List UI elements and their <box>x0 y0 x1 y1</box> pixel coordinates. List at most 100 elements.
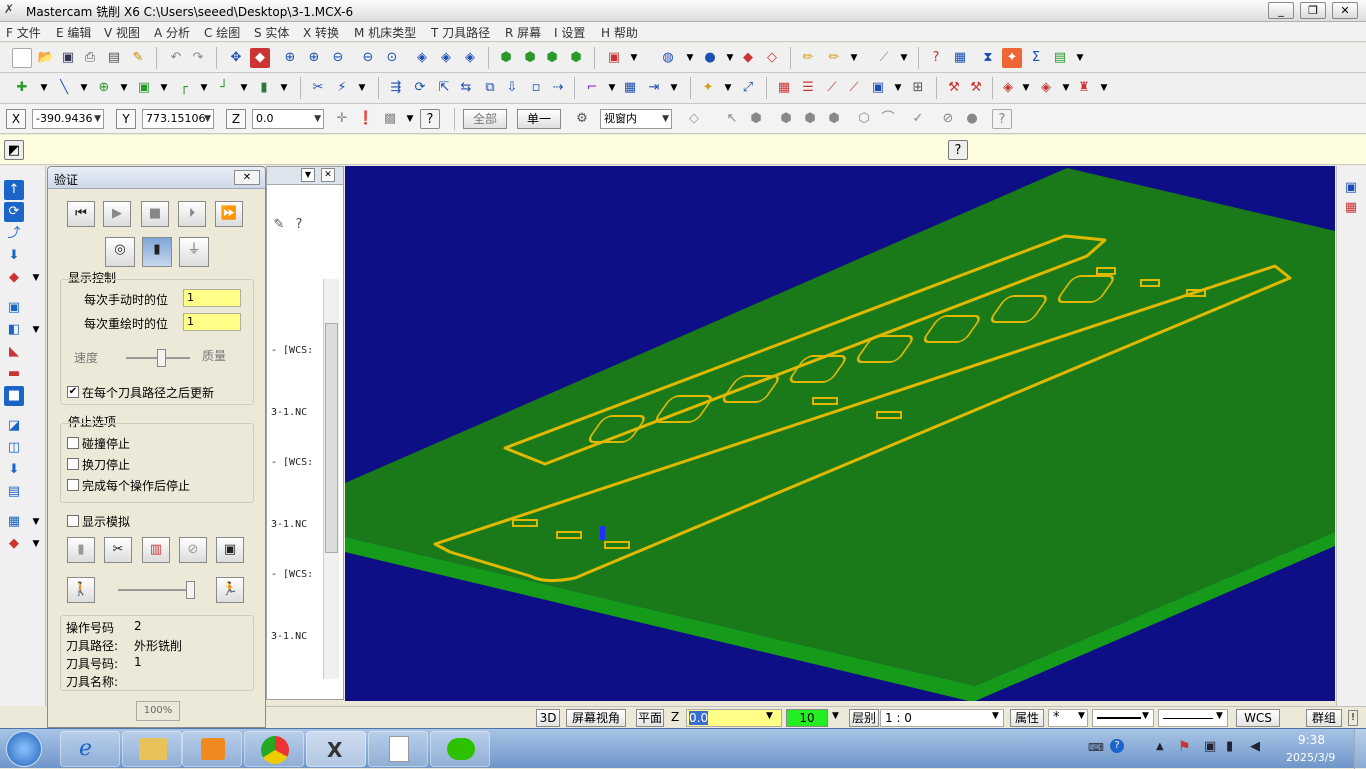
chevron-down-icon[interactable]: ▼ <box>832 711 839 721</box>
chevron-down-icon[interactable]: ▼ <box>844 48 864 68</box>
cube-grid-icon[interactable]: ⊞ <box>908 78 928 98</box>
stop-toolchange-checkbox[interactable] <box>67 458 79 470</box>
tool-icon[interactable]: ⚒ <box>944 78 964 98</box>
action-center-icon[interactable]: ⚑ <box>1178 739 1191 755</box>
level-button[interactable]: 层别 <box>849 709 879 727</box>
chevron-down-icon[interactable]: ▼ <box>26 512 46 532</box>
grid-icon[interactable]: ▦ <box>950 48 970 68</box>
menu-view[interactable]: V 视图 <box>104 24 140 41</box>
ie-icon[interactable]: ℯ <box>60 731 120 767</box>
xform-array-icon[interactable]: ▫ <box>526 78 546 98</box>
plane-button[interactable]: 平面 <box>636 709 664 727</box>
planes-icon[interactable]: ▣ <box>604 48 624 68</box>
sigma-icon[interactable]: Σ <box>1026 48 1046 68</box>
stop-button[interactable]: ■ <box>141 201 169 227</box>
chevron-down-icon[interactable]: ▼ <box>154 78 174 98</box>
minimize-button[interactable]: _ <box>1268 2 1294 19</box>
verify-icon[interactable]: ◈ <box>1036 78 1056 98</box>
3d-button[interactable]: 3D <box>536 709 560 727</box>
lock-icon[interactable]: ❗ <box>356 109 376 129</box>
ruler-icon[interactable]: ⟋ <box>822 78 842 98</box>
fit-icon[interactable]: ◆ <box>250 48 270 68</box>
chamfer-solid-icon[interactable]: ◣ <box>4 342 24 362</box>
zoom-out-icon[interactable]: ⊖ <box>328 48 348 68</box>
screen-view-button[interactable]: 屏幕视角 <box>566 709 626 727</box>
manual-step-input[interactable]: 1 <box>183 289 241 307</box>
line-icon[interactable]: ╲ <box>54 78 74 98</box>
analyze-icon[interactable]: ? <box>926 48 946 68</box>
zoom-target-icon[interactable]: ⊙ <box>382 48 402 68</box>
ops-line[interactable]: - [WCS: <box>271 457 313 468</box>
snap-settings-icon[interactable]: ▩ <box>380 109 400 129</box>
sweep-icon[interactable]: ⤴ <box>4 224 24 244</box>
chevron-down-icon[interactable]: ▼ <box>894 48 914 68</box>
measure-icon[interactable]: ⟋ <box>874 48 894 68</box>
chevron-down-icon[interactable]: ▼ <box>26 320 46 340</box>
eraser-icon[interactable]: ◈ <box>412 48 432 68</box>
close-icon[interactable]: ✕ <box>234 170 260 185</box>
highlight-icon[interactable]: ✎ <box>128 48 148 68</box>
x-coordinate-input[interactable]: -390.9436 ▼ <box>32 109 104 129</box>
media-player-icon[interactable] <box>182 731 242 767</box>
ops-help-icon[interactable]: ? <box>289 215 309 235</box>
chevron-down-icon[interactable]: ▼ <box>274 78 294 98</box>
hatch-icon[interactable]: ⇥ <box>644 78 664 98</box>
network-icon[interactable]: ▮ <box>1226 739 1233 754</box>
attributes-button[interactable]: 属性 <box>1010 709 1044 727</box>
hex-select-icon[interactable]: ⬢ <box>746 109 766 129</box>
chevron-down-icon[interactable]: ▼ <box>400 109 420 129</box>
solid-edge-icon[interactable]: ⬢ <box>800 109 820 129</box>
menu-analyze[interactable]: A 分析 <box>154 24 190 41</box>
prompt-help-icon[interactable]: ? <box>948 140 968 160</box>
ops-line[interactable]: - [WCS: <box>271 569 313 580</box>
point-icon[interactable]: ✚ <box>12 78 32 98</box>
table-icon[interactable]: ▦ <box>774 78 794 98</box>
stop-each-op-checkbox[interactable] <box>67 479 79 491</box>
trim-icon[interactable]: ✂ <box>308 78 328 98</box>
box-icon[interactable]: ▣ <box>868 78 888 98</box>
new-file-icon[interactable] <box>12 48 32 68</box>
boolean-icon[interactable]: ■ <box>4 386 24 406</box>
right-view-icon[interactable]: ⬢ <box>566 48 586 68</box>
chevron-down-icon[interactable]: ▼ <box>888 78 908 98</box>
solid-view-icon[interactable]: ▤ <box>4 482 24 502</box>
wireframe-icon[interactable]: ◍ <box>658 48 678 68</box>
chevron-down-icon[interactable]: ▼ <box>204 110 211 128</box>
ops-scrollbar[interactable] <box>323 279 339 679</box>
circle-icon[interactable]: ⊕ <box>94 78 114 98</box>
ops-line[interactable]: 3-1.NC <box>271 631 307 642</box>
sim-save-button[interactable]: ▣ <box>216 537 244 563</box>
chevron-down-icon[interactable]: ▼ <box>680 48 700 68</box>
chevron-down-icon[interactable]: ▼ <box>74 78 94 98</box>
menu-file[interactable]: F 文件 <box>6 24 41 41</box>
no-select-icon[interactable]: ⊘ <box>938 109 958 129</box>
chevron-down-icon[interactable]: ▼ <box>34 78 54 98</box>
chevron-down-icon[interactable]: ▼ <box>301 168 315 182</box>
chevron-down-icon[interactable]: ▼ <box>1056 78 1076 98</box>
link-icon[interactable]: ⟋ <box>844 78 864 98</box>
close-button[interactable]: ✕ <box>1332 2 1358 19</box>
shell-icon[interactable]: ▣ <box>4 298 24 318</box>
selection-mode-icon[interactable]: ⚙ <box>572 109 592 129</box>
menu-settings[interactable]: I 设置 <box>554 24 585 41</box>
show-simulation-checkbox[interactable] <box>67 515 79 527</box>
right-save-icon[interactable]: ▣ <box>1341 178 1361 198</box>
help-tray-icon[interactable]: ? <box>1110 739 1124 753</box>
graphics-viewport[interactable] <box>345 166 1335 701</box>
list-icon[interactable]: ☰ <box>798 78 818 98</box>
undo-icon[interactable]: ↶ <box>166 48 186 68</box>
chevron-down-icon[interactable]: ▼ <box>1070 48 1090 68</box>
mirror-icon[interactable]: ⧗ <box>978 48 998 68</box>
post-icon[interactable]: ♜ <box>1074 78 1094 98</box>
show-desktop-button[interactable] <box>1354 729 1366 769</box>
solid-primitive-icon[interactable]: ◆ <box>4 268 24 288</box>
fast-point-icon[interactable]: ✛ <box>332 109 352 129</box>
stock-view-button[interactable]: ▮ <box>142 237 172 267</box>
top-view-icon[interactable]: ⬢ <box>520 48 540 68</box>
xform-project-icon[interactable]: ⇩ <box>502 78 522 98</box>
menu-xform[interactable]: X 转换 <box>303 24 339 41</box>
chevron-down-icon[interactable]: ▼ <box>1142 711 1149 721</box>
solid-cylinder-icon[interactable]: ▮ <box>254 78 274 98</box>
open-file-icon[interactable]: 📂 <box>36 48 56 68</box>
chevron-down-icon[interactable]: ▼ <box>194 78 214 98</box>
